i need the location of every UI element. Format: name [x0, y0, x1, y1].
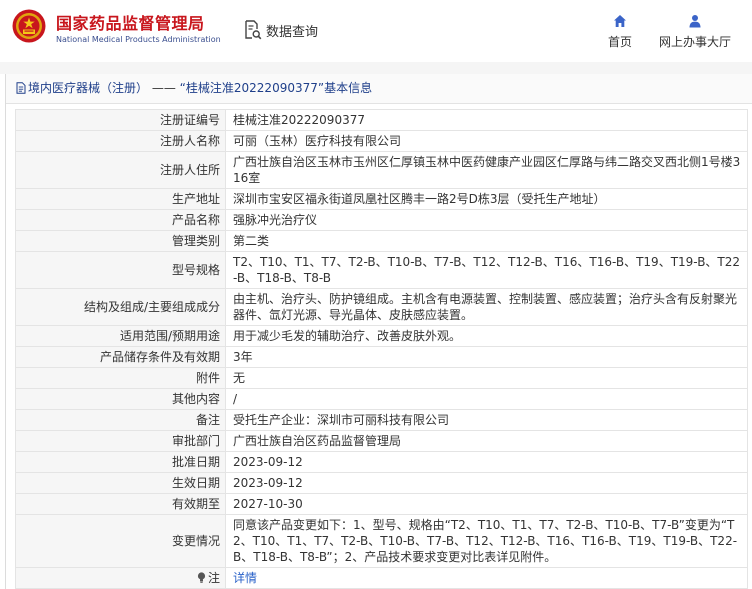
field-value: 2023-09-12 — [225, 472, 748, 494]
search-document-icon — [245, 20, 262, 40]
panel-title-separator: —— — [151, 81, 176, 95]
table-row: 生效日期 2023-09-12 — [15, 472, 748, 494]
field-label: 其他内容 — [15, 388, 226, 410]
field-value: 2027-10-30 — [225, 493, 748, 515]
nav-home[interactable]: 首页 — [600, 14, 640, 50]
field-label: 注册人住所 — [15, 151, 226, 189]
registration-info-table: 注册证编号 桂械注准20222090377 注册人名称 可丽（玉林）医疗科技有限公司注… — [15, 109, 748, 589]
details-link[interactable]: 详情 — [233, 571, 257, 585]
document-icon — [16, 82, 26, 94]
field-value: 无 — [225, 367, 748, 389]
header-divider — [0, 62, 752, 74]
field-value: 广西壮族自治区药品监督管理局 — [225, 430, 748, 452]
table-row: 批准日期 2023-09-12 — [15, 451, 748, 473]
national-emblem-icon[interactable] — [12, 9, 46, 43]
panel-title-category: 境内医疗器械（注册） — [28, 81, 149, 95]
table-row: 附件无 — [15, 367, 748, 389]
field-label: 生产地址 — [15, 188, 226, 210]
table-row: 生产地址 深圳市宝安区福永街道凤凰社区腾丰一路2号D栋3层（受托生产地址） — [15, 188, 748, 210]
field-label: 有效期至 — [15, 493, 226, 515]
note-label-cell: 注 — [15, 567, 226, 589]
nav-online-hall-label: 网上办事大厅 — [658, 35, 731, 49]
field-label: 型号规格 — [15, 251, 226, 289]
field-label: 管理类别 — [15, 230, 226, 252]
field-label: 结构及组成/主要组成成分 — [15, 288, 226, 326]
note-label: 注 — [207, 571, 220, 585]
table-row: 有效期至 2027-10-30 — [15, 493, 748, 515]
panel-title: 境内医疗器械（注册） —— “桂械注准20222090377”基本信息 — [6, 74, 752, 104]
table-row: 变更情况 同意该产品变更如下：1、型号、规格由“T2、T10、T1、T7、T2-B… — [15, 514, 748, 568]
field-label: 产品名称 — [15, 209, 226, 231]
data-query-label: 数据查询 — [266, 24, 319, 40]
field-label: 注册人名称 — [15, 130, 226, 152]
field-label: 审批部门 — [15, 430, 226, 452]
person-icon — [689, 15, 701, 28]
table-row: 注册证编号 桂械注准20222090377 — [15, 109, 748, 131]
table-row: 适用范围/预期用途 用于减少毛发的辅助治疗、改善皮肤外观。 — [15, 325, 748, 347]
field-value: 同意该产品变更如下：1、型号、规格由“T2、T10、T1、T7、T2-B、T10… — [225, 514, 748, 568]
field-label: 适用范围/预期用途 — [15, 325, 226, 347]
field-label: 注册证编号 — [15, 109, 226, 131]
field-value: 可丽（玉林）医疗科技有限公司 — [225, 130, 748, 152]
field-label: 附件 — [15, 367, 226, 389]
detail-panel: 境内医疗器械（注册） —— “桂械注准20222090377”基本信息 注册证编… — [5, 74, 752, 589]
field-value: 用于减少毛发的辅助治疗、改善皮肤外观。 — [225, 325, 748, 347]
field-label: 批准日期 — [15, 451, 226, 473]
site-header: 国家药品监督管理局 National Medical Products Admi… — [0, 0, 752, 62]
table-row: 产品名称 强脉冲光治疗仪 — [15, 209, 748, 231]
field-value: / — [225, 388, 748, 410]
field-label: 备注 — [15, 409, 226, 431]
table-row: 注册人住所 广西壮族自治区玉林市玉州区仁厚镇玉林中医药健康产业园区仁厚路与纬二路交… — [15, 151, 748, 189]
table-row: 型号规格 T2、T10、T1、T7、T2-B、T10-B、T7-B、T12、T12… — [15, 251, 748, 289]
note-value-cell: 详情 — [225, 567, 748, 589]
field-value: 桂械注准20222090377 — [225, 109, 748, 131]
table-row: 其他内容 / — [15, 388, 748, 410]
field-label: 产品储存条件及有效期 — [15, 346, 226, 368]
table-row: 结构及组成/主要组成成分 由主机、治疗头、防护镜组成。主机含有电源装置、控制装置、… — [15, 288, 748, 326]
data-query-link[interactable]: 数据查询 — [244, 19, 318, 41]
table-row: 管理类别 第二类 — [15, 230, 748, 252]
org-name-en: National Medical Products Administration — [56, 35, 221, 44]
field-value: 受托生产企业：深圳市可丽科技有限公司 — [225, 409, 748, 431]
field-value: 第二类 — [225, 230, 748, 252]
field-value: 强脉冲光治疗仪 — [225, 209, 748, 231]
field-value: 广西壮族自治区玉林市玉州区仁厚镇玉林中医药健康产业园区仁厚路与纬二路交叉西北侧1… — [225, 151, 748, 189]
note-row: 注详情 — [15, 567, 748, 589]
field-value: 深圳市宝安区福永街道凤凰社区腾丰一路2号D栋3层（受托生产地址） — [225, 188, 748, 210]
field-value: T2、T10、T1、T7、T2-B、T10-B、T7-B、T12、T12-B、T… — [225, 251, 748, 289]
table-row: 审批部门 广西壮族自治区药品监督管理局 — [15, 430, 748, 452]
table-row: 注册人名称 可丽（玉林）医疗科技有限公司 — [15, 130, 748, 152]
home-icon — [614, 15, 626, 27]
nav-home-label: 首页 — [607, 35, 632, 49]
table-row: 备注 受托生产企业：深圳市可丽科技有限公司 — [15, 409, 748, 431]
field-value: 由主机、治疗头、防护镜组成。主机含有电源装置、控制装置、感应装置；治疗头含有反射… — [225, 288, 748, 326]
field-label: 生效日期 — [15, 472, 226, 494]
org-name-cn: 国家药品监督管理局 — [56, 14, 205, 33]
field-label: 变更情况 — [15, 514, 226, 568]
table-row: 产品储存条件及有效期 3年 — [15, 346, 748, 368]
field-value: 3年 — [225, 346, 748, 368]
nav-online-hall[interactable]: 网上办事大厅 — [655, 14, 735, 50]
field-value: 2023-09-12 — [225, 451, 748, 473]
panel-title-main: “桂械注准20222090377”基本信息 — [179, 81, 373, 95]
lightbulb-icon — [197, 572, 206, 583]
